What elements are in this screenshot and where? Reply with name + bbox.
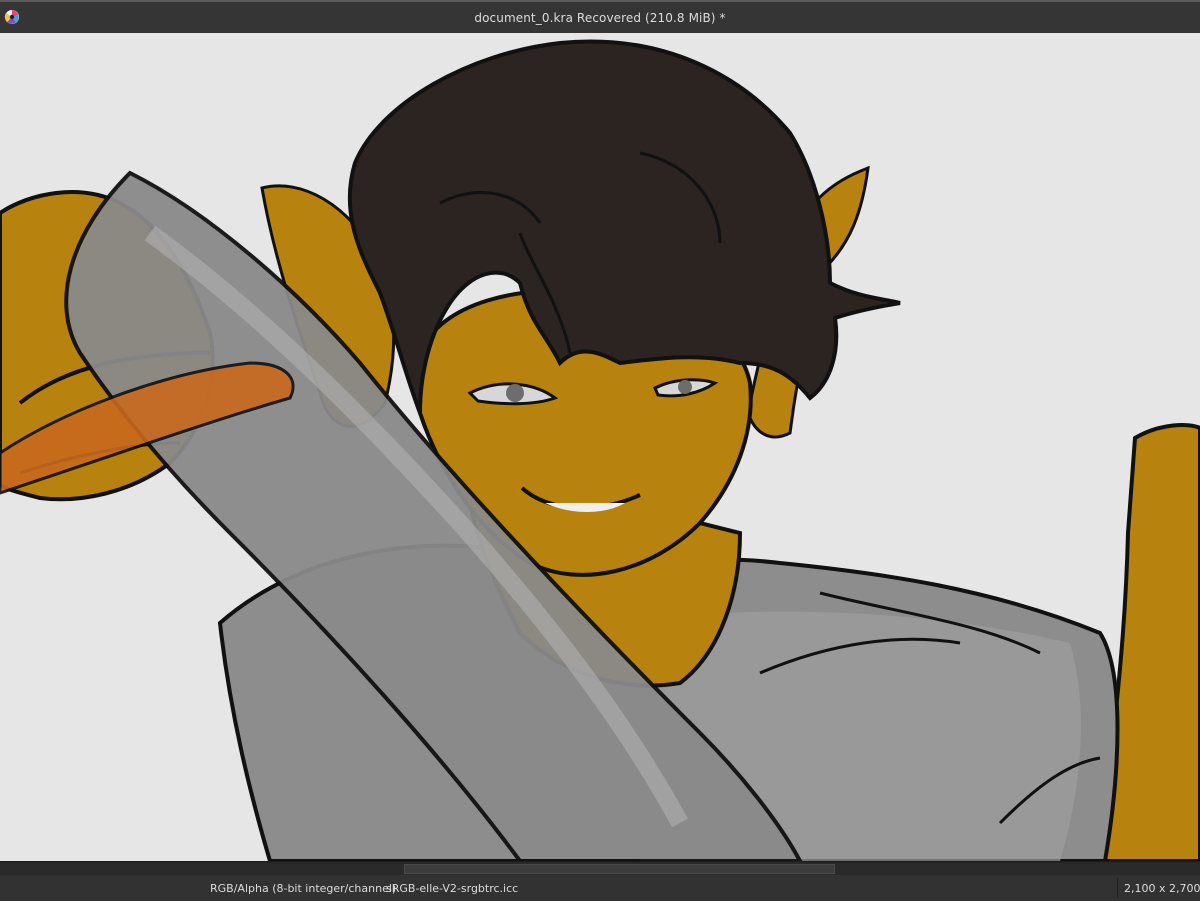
status-divider — [1117, 878, 1118, 898]
image-dimensions-label: 2,100 x 2,700 (2 — [1124, 882, 1200, 895]
left-iris — [506, 384, 524, 402]
right-iris — [678, 380, 692, 394]
krita-window: document_0.kra Recovered (210.8 MiB) * R… — [0, 0, 1200, 901]
krita-logo-icon — [4, 9, 20, 25]
horizontal-scrollbar[interactable] — [0, 861, 1200, 875]
window-title: document_0.kra Recovered (210.8 MiB) * — [474, 10, 726, 25]
scrollbar-thumb[interactable] — [404, 864, 835, 874]
title-bar[interactable]: document_0.kra Recovered (210.8 MiB) * — [0, 0, 1200, 33]
color-space-label: RGB/Alpha (8-bit integer/channel) — [210, 882, 397, 895]
drawing-canvas[interactable] — [0, 33, 1200, 861]
color-profile-label: sRGB-elle-V2-srgbtrc.icc — [386, 882, 519, 895]
artwork — [0, 33, 1200, 861]
status-bar: RGB/Alpha (8-bit integer/channel) sRGB-e… — [0, 875, 1200, 901]
